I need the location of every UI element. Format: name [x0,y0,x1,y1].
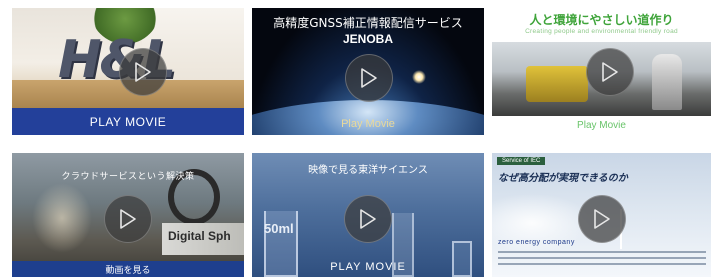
play-movie-label[interactable]: PLAY MOVIE [252,261,484,273]
video-tile-gnss[interactable]: 高精度GNSS補正情報配信サービス JENOBA Play Movie [252,8,484,135]
company-logo-text: zero energy company [498,239,575,246]
play-button[interactable] [586,48,634,96]
play-icon [361,68,377,88]
sign-text: Digital Sph [168,229,231,243]
play-button[interactable] [345,54,393,102]
brand-logo: JENOBA [342,32,393,46]
play-movie-label[interactable]: Play Movie [492,116,711,135]
video-tile-hl[interactable]: H&L PLAY MOVIE [12,8,244,135]
video-title: 映像で見る東洋サイエンス [308,165,428,176]
service-label: Service of IEC [497,157,546,165]
play-movie-label[interactable]: PLAY MOVIE [12,108,244,135]
video-title: なぜ高分配が実現できるのか [498,173,628,184]
play-movie-label[interactable]: 動画を見る [12,261,244,277]
play-icon [120,209,136,229]
video-title: クラウドサービスという解決策 [61,172,195,182]
play-icon [602,62,618,82]
play-button[interactable] [119,48,167,96]
video-title: 人と環境にやさしい道作り [529,13,674,27]
body-text-lines [498,251,706,269]
video-tile-science[interactable]: 50ml 映像で見る東洋サイエンス PLAY MOVIE [252,153,484,277]
play-icon [360,209,376,229]
video-tile-cloud[interactable]: Digital Sph クラウドサービスという解決策 動画を見る [12,153,244,277]
play-movie-label[interactable]: Play Movie [252,118,484,130]
play-icon [594,209,610,229]
video-tile-energy[interactable]: Service of IEC なぜ高分配が実現できるのか zero energy… [492,153,711,277]
video-tile-road[interactable]: 人と環境にやさしい道作り Creating people and environ… [492,8,711,135]
play-button[interactable] [104,195,152,243]
play-button[interactable] [344,195,392,243]
beaker-label: 50ml [264,221,294,236]
play-button[interactable] [578,195,626,243]
video-title: 高精度GNSS補正情報配信サービス [273,16,463,30]
play-icon [135,62,151,82]
video-subtitle: Creating people and environmental friend… [525,28,678,35]
